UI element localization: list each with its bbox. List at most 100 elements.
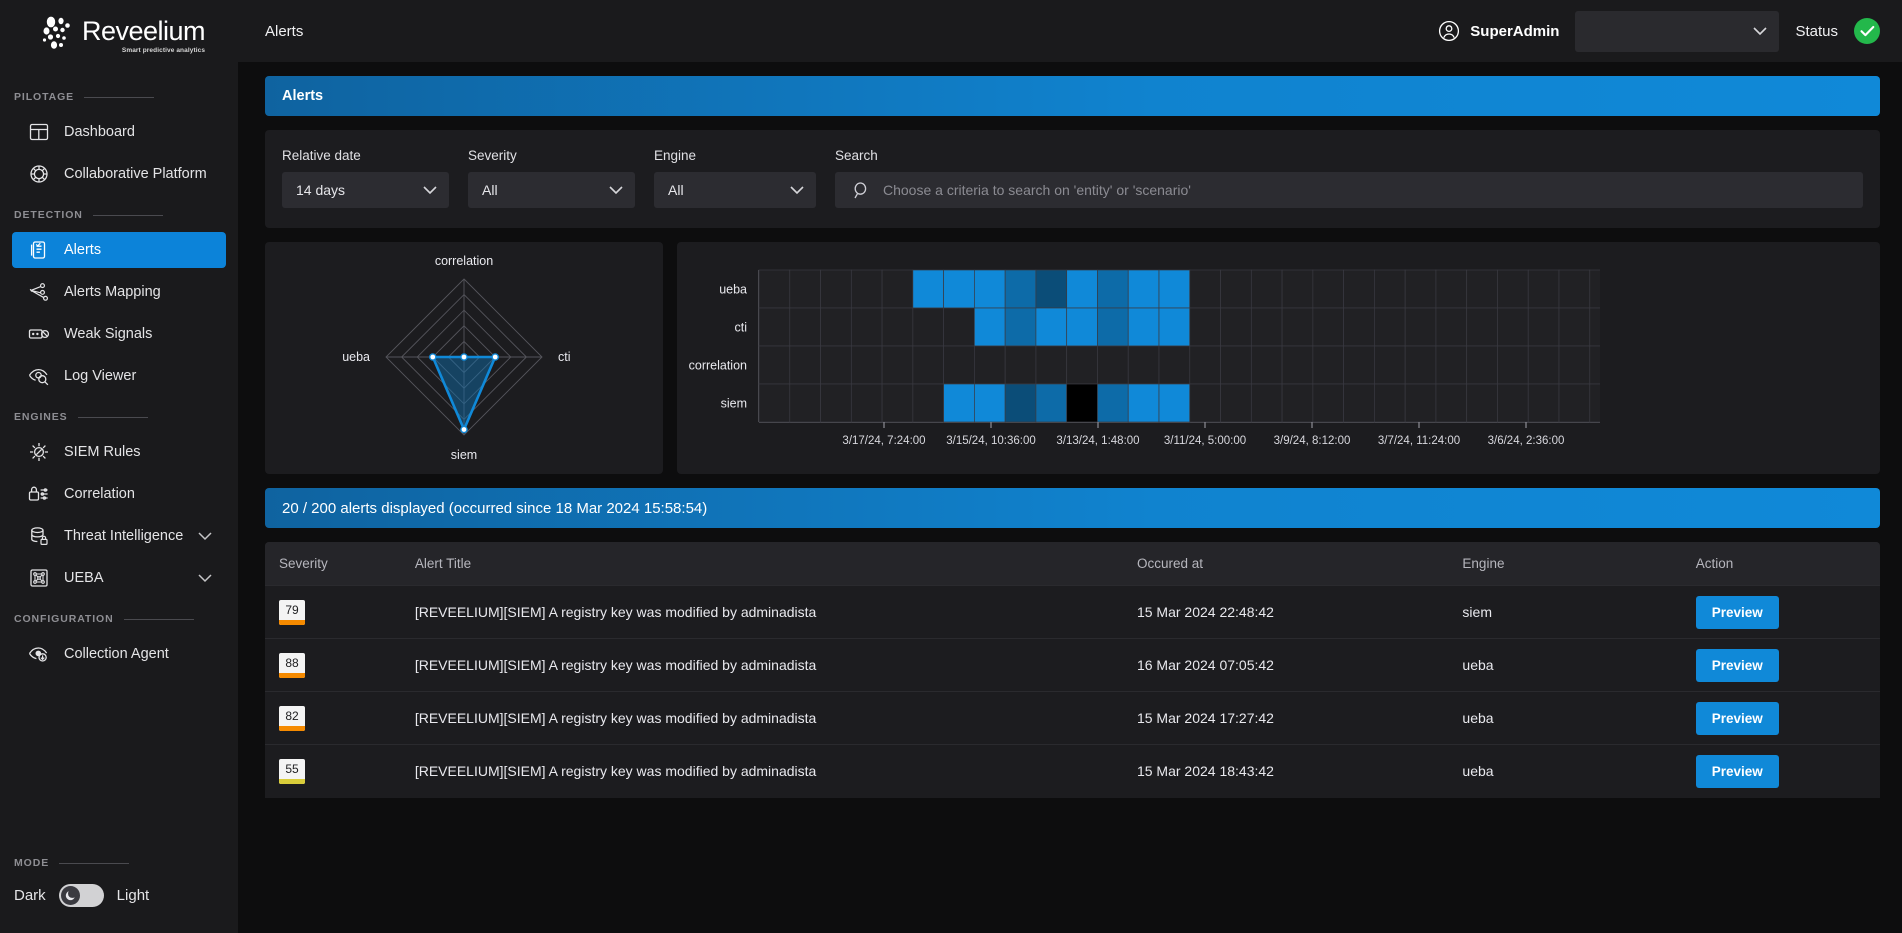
- sidebar-item-dashboard[interactable]: Dashboard: [12, 114, 226, 150]
- severity-badge: 88: [279, 653, 305, 678]
- chevron-down-icon: [1753, 27, 1767, 36]
- sidebar-item-siem-rules[interactable]: SIEM Rules: [12, 434, 226, 470]
- svg-text:ueba: ueba: [719, 283, 747, 297]
- sidebar-item-label: Threat Intelligence: [64, 528, 184, 544]
- section-label: MODE: [14, 857, 49, 869]
- sidebar-item-collection-agent[interactable]: Collection Agent: [12, 636, 226, 672]
- cell-severity: 82: [265, 692, 415, 745]
- sidebar-item-threat-intelligence[interactable]: Threat Intelligence: [12, 518, 226, 554]
- engine-radar-chart: correlationctisiemueba: [265, 242, 663, 474]
- main-area: Alerts SuperAdmin: [238, 0, 1902, 933]
- column-header-alert-title[interactable]: Alert Title: [415, 542, 1137, 586]
- brand-tagline: Smart predictive analytics: [122, 47, 205, 54]
- column-header-occured-at[interactable]: Occured at: [1137, 542, 1462, 586]
- sidebar-item-correlation[interactable]: Correlation: [12, 476, 226, 512]
- severity-value: 55: [285, 762, 298, 776]
- user-chip[interactable]: SuperAdmin: [1438, 20, 1559, 42]
- filter-search: Search Choose a criteria to search on 'e…: [835, 148, 1863, 208]
- sidebar-item-label: Alerts Mapping: [64, 284, 226, 300]
- brand-logo[interactable]: Reveelium Smart predictive analytics: [0, 0, 238, 68]
- preview-button[interactable]: Preview: [1696, 755, 1779, 788]
- correlation-icon: [28, 483, 50, 505]
- severity-bar: [279, 779, 305, 784]
- column-header-engine[interactable]: Engine: [1462, 542, 1695, 586]
- sidebar-item-label: Collaborative Platform: [64, 166, 226, 182]
- svg-text:3/15/24, 10:36:00: 3/15/24, 10:36:00: [946, 435, 1036, 447]
- threat-intelligence-icon: [28, 525, 50, 547]
- section-label: DETECTION: [14, 209, 83, 221]
- svg-text:3/17/24, 7:24:00: 3/17/24, 7:24:00: [842, 435, 925, 447]
- preview-button[interactable]: Preview: [1696, 649, 1779, 682]
- weak-signals-icon: [28, 323, 50, 345]
- section-header-mode: MODE: [0, 852, 238, 874]
- svg-text:3/13/24, 1:48:00: 3/13/24, 1:48:00: [1056, 435, 1139, 447]
- svg-text:cti: cti: [558, 350, 571, 364]
- sidebar: Reveelium Smart predictive analytics PIL…: [0, 0, 238, 933]
- heatmap-chart-card: uebacticorrelationsiem3/17/24, 7:24:003/…: [677, 242, 1880, 474]
- section-header-detection: DETECTION: [0, 204, 238, 226]
- preview-button[interactable]: Preview: [1696, 702, 1779, 735]
- relative-date-select[interactable]: 14 days: [282, 172, 449, 208]
- severity-value: All: [482, 182, 609, 198]
- cell-engine: ueba: [1462, 639, 1695, 692]
- cell-action: Preview: [1696, 745, 1880, 798]
- table-row[interactable]: 79[REVEELIUM][SIEM] A registry key was m…: [265, 586, 1880, 639]
- svg-text:ueba: ueba: [342, 350, 370, 364]
- alerts-mapping-icon: [28, 281, 50, 303]
- sidebar-item-label: Collection Agent: [64, 646, 226, 662]
- sidebar-item-log-viewer[interactable]: Log Viewer: [12, 358, 226, 394]
- table-row[interactable]: 55[REVEELIUM][SIEM] A registry key was m…: [265, 745, 1880, 798]
- page-content: Alerts Relative date 14 days Severity: [238, 62, 1902, 933]
- mode-label-dark: Dark: [14, 887, 46, 904]
- dashboard-icon: [28, 121, 50, 143]
- filter-label-engine: Engine: [654, 148, 816, 163]
- chevron-down-icon[interactable]: [198, 574, 212, 583]
- alerts-banner-title: Alerts: [282, 88, 323, 104]
- column-header-severity[interactable]: Severity: [265, 542, 415, 586]
- chevron-down-icon[interactable]: [198, 532, 212, 541]
- column-header-action[interactable]: Action: [1696, 542, 1880, 586]
- cell-occured-at: 15 Mar 2024 22:48:42: [1137, 586, 1462, 639]
- brand-name: Reveelium: [82, 18, 205, 45]
- ueba-icon: [28, 567, 50, 589]
- mode-label-light: Light: [117, 887, 150, 904]
- sidebar-item-collaborative-platform[interactable]: Collaborative Platform: [12, 156, 226, 192]
- svg-text:correlation: correlation: [435, 254, 493, 268]
- severity-badge: 82: [279, 706, 305, 731]
- sidebar-item-ueba[interactable]: UEBA: [12, 560, 226, 596]
- sidebar-item-alerts-mapping[interactable]: Alerts Mapping: [12, 274, 226, 310]
- log-viewer-icon: [28, 365, 50, 387]
- alerts-icon: [28, 239, 50, 261]
- sidebar-item-alerts[interactable]: Alerts: [12, 232, 226, 268]
- alerts-table-head: SeverityAlert TitleOccured atEngineActio…: [265, 542, 1880, 586]
- svg-text:3/7/24, 11:24:00: 3/7/24, 11:24:00: [1378, 435, 1460, 447]
- search-box[interactable]: Choose a criteria to search on 'entity' …: [835, 172, 1863, 208]
- severity-value: 88: [285, 656, 298, 670]
- svg-text:siem: siem: [721, 397, 747, 411]
- section-header-pilotage: PILOTAGE: [0, 86, 238, 108]
- sidebar-item-weak-signals[interactable]: Weak Signals: [12, 316, 226, 352]
- table-row[interactable]: 88 [REVEELIUM][SIEM] A registry key was m…: [265, 639, 1880, 692]
- cell-alert-title: [REVEELIUM][SIEM] A registry key was mod…: [415, 639, 1137, 692]
- sidebar-item-label: Log Viewer: [64, 368, 226, 384]
- cell-severity: 88: [265, 639, 415, 692]
- collaborative-icon: [28, 163, 50, 185]
- theme-toggle[interactable]: [59, 884, 104, 907]
- table-row[interactable]: 82[REVEELIUM][SIEM] A registry key was m…: [265, 692, 1880, 745]
- filter-label-severity: Severity: [468, 148, 635, 163]
- logo-mark-icon: [42, 14, 76, 54]
- cell-severity: 79: [265, 586, 415, 639]
- cell-action: Preview: [1696, 586, 1880, 639]
- sidebar-item-label: Dashboard: [64, 124, 226, 140]
- header-context-select[interactable]: [1575, 11, 1779, 52]
- theme-mode-toggle-row: Dark Light: [0, 884, 238, 907]
- severity-select[interactable]: All: [468, 172, 635, 208]
- sidebar-item-label: SIEM Rules: [64, 444, 226, 460]
- engine-select[interactable]: All: [654, 172, 816, 208]
- cell-occured-at: 15 Mar 2024 17:27:42: [1137, 692, 1462, 745]
- section-divider: [93, 215, 163, 216]
- cell-action: Preview: [1696, 639, 1880, 692]
- cell-engine: siem: [1462, 586, 1695, 639]
- preview-button[interactable]: Preview: [1696, 596, 1779, 629]
- relative-date-value: 14 days: [296, 182, 423, 198]
